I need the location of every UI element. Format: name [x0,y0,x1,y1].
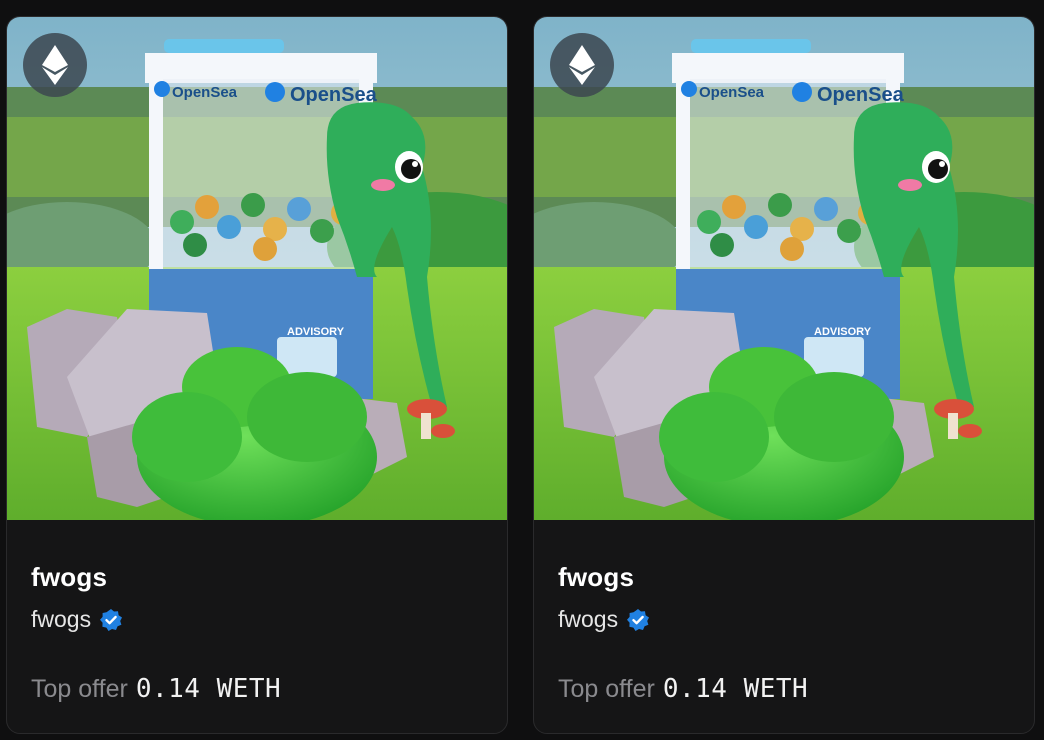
nft-image[interactable]: OpenSea OpenSea ADVISORY [534,17,1034,520]
creator-row[interactable]: fwogs [558,606,650,633]
art-brand-text-small: OpenSea [172,84,238,101]
nft-card-info: fwogs fwogs Top offer 0.14 WETH [534,520,1034,733]
ethereum-icon [42,45,68,85]
creator-name[interactable]: fwogs [558,606,618,633]
verified-badge-icon [627,608,650,631]
top-offer-row: Top offer 0.14 WETH [558,674,808,704]
chain-badge [23,33,87,97]
nft-title[interactable]: fwogs [558,562,634,593]
nft-title[interactable]: fwogs [31,562,107,593]
nft-artwork: OpenSea OpenSea ADVISORY [534,17,1034,520]
nft-card-grid: OpenSea OpenSea ADVISORY fwogs fwogs Top… [0,0,1044,740]
art-sticker-text: ADVISORY [287,326,345,338]
nft-card-info: fwogs fwogs Top offer 0.14 WETH [7,520,507,733]
top-offer-value: 0.14 WETH [135,674,282,704]
ethereum-icon [569,45,595,85]
top-offer-label: Top offer [31,675,128,703]
art-sticker-text: ADVISORY [814,326,872,338]
creator-row[interactable]: fwogs [31,606,123,633]
top-offer-label: Top offer [558,675,655,703]
art-brand-text-small: OpenSea [699,84,765,101]
top-offer-row: Top offer 0.14 WETH [31,674,281,704]
nft-artwork: OpenSea OpenSea ADVISORY [7,17,507,520]
nft-image[interactable]: OpenSea OpenSea ADVISORY [7,17,507,520]
chain-badge [550,33,614,97]
verified-badge-icon [100,608,123,631]
creator-name[interactable]: fwogs [31,606,91,633]
nft-card[interactable]: OpenSea OpenSea ADVISORY fwogs fwogs Top… [533,16,1035,734]
top-offer-value: 0.14 WETH [662,674,809,704]
nft-card[interactable]: OpenSea OpenSea ADVISORY fwogs fwogs Top… [6,16,508,734]
